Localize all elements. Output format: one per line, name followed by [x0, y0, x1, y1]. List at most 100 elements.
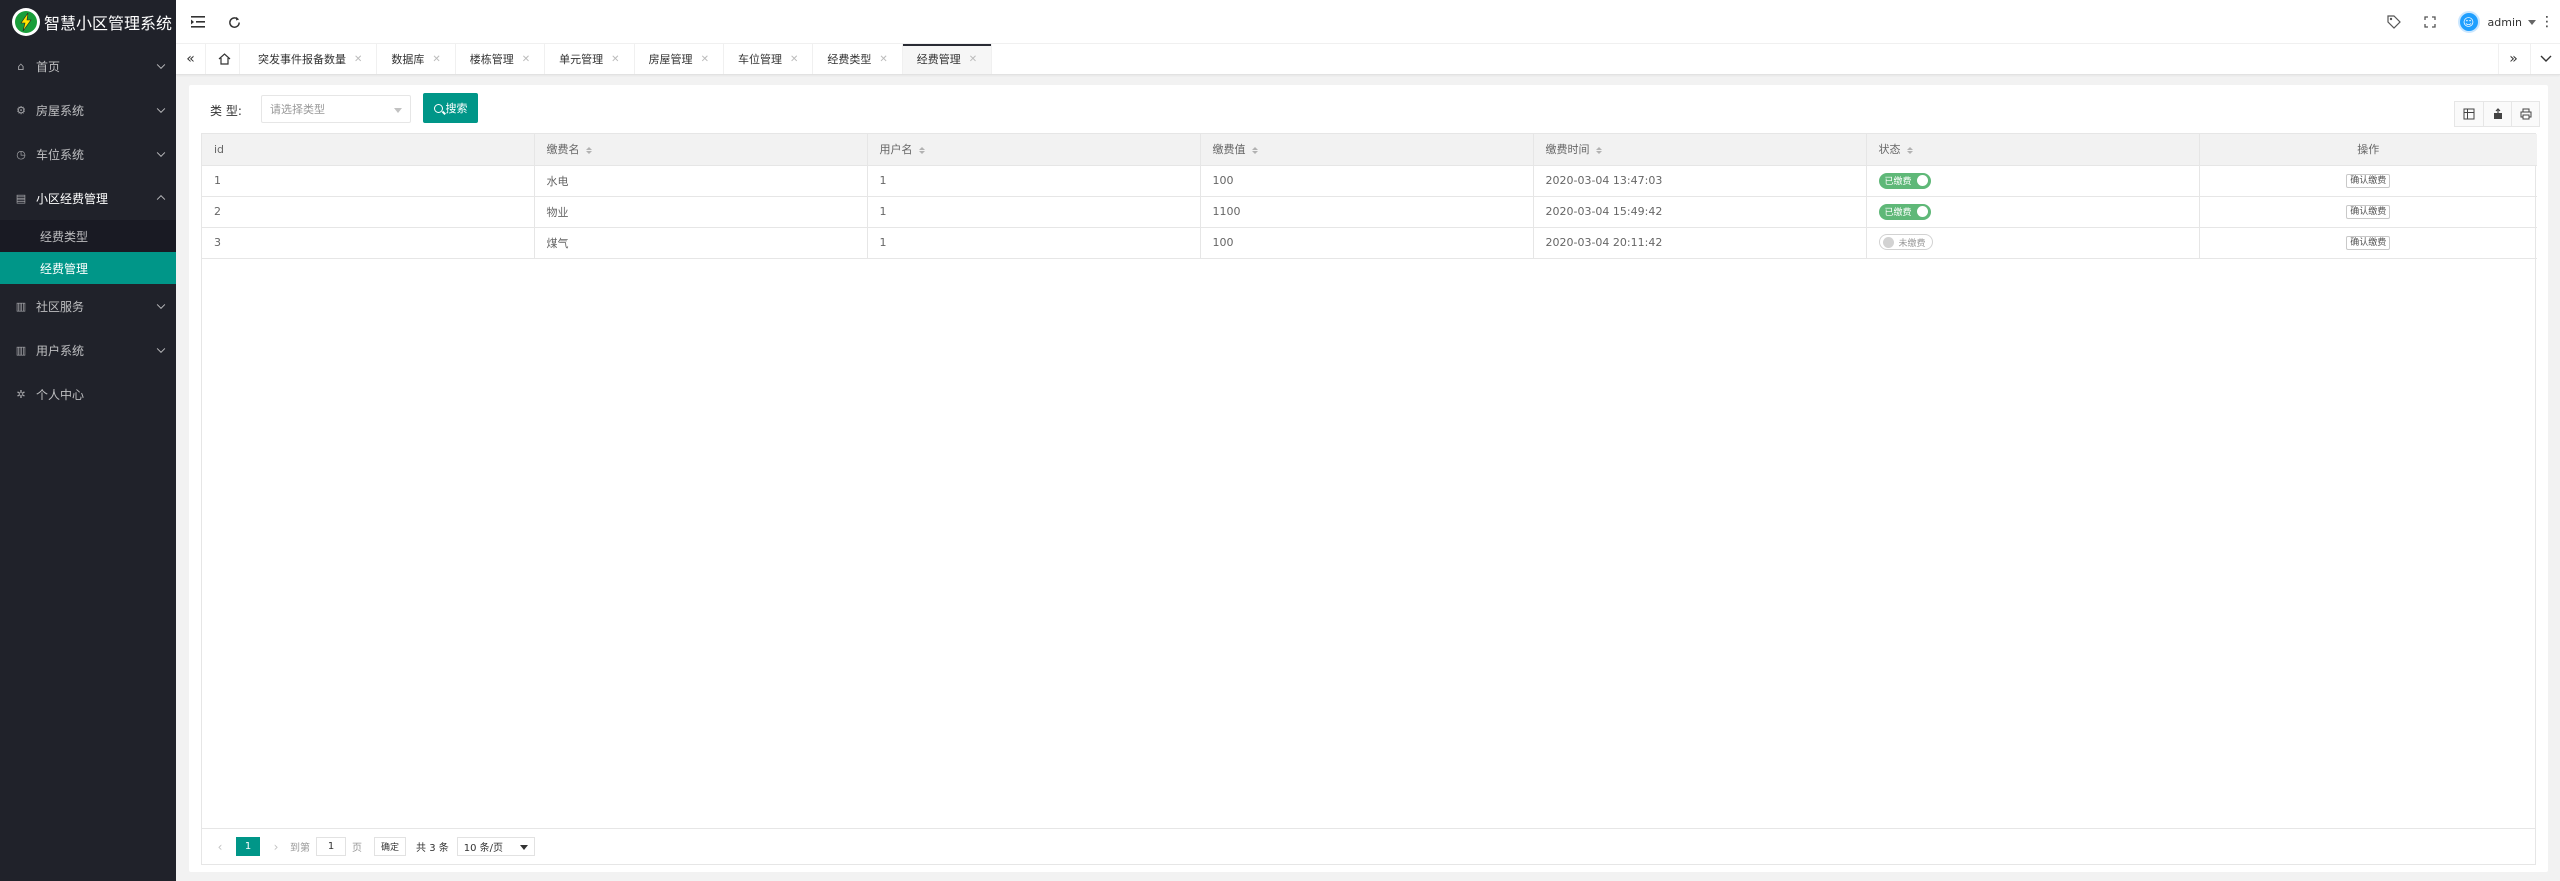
- tabs-scroll-right-icon[interactable]: »: [2498, 44, 2528, 74]
- page-number-current[interactable]: 1: [236, 837, 260, 856]
- chevron-down-icon: [156, 344, 166, 354]
- sidebar-subitem-fund-types[interactable]: 经费类型: [0, 220, 176, 252]
- cell-amount: 100: [1200, 165, 1534, 197]
- cell-user: 1: [867, 196, 1201, 228]
- sidebar-item-label: 社区服务: [36, 299, 85, 314]
- toggle-knob: [1916, 175, 1928, 186]
- next-page-icon[interactable]: ›: [268, 840, 284, 854]
- tab-fund-management[interactable]: 经费管理 ✕: [902, 44, 993, 74]
- sidebar-item-community-service[interactable]: ▥ 社区服务: [0, 284, 176, 328]
- caret-down-icon: [394, 108, 402, 113]
- type-select-placeholder: 请选择类型: [270, 103, 325, 116]
- page-size-select[interactable]: 10 条/页: [456, 837, 535, 856]
- tab-fund-types[interactable]: 经费类型 ✕: [813, 44, 903, 74]
- caret-down-icon: [2528, 19, 2536, 25]
- close-icon[interactable]: ✕: [432, 54, 440, 65]
- status-toggle[interactable]: 已缴费: [1878, 203, 1931, 220]
- sidebar-item-parking-system[interactable]: ◷ 车位系统: [0, 132, 176, 176]
- goto-confirm-button[interactable]: 确定: [374, 837, 407, 856]
- cell-amount: 100: [1200, 227, 1534, 259]
- tab-emergency[interactable]: 突发事件报备数量 ✕: [244, 44, 378, 74]
- sidebar-item-funds[interactable]: ▤ 小区经费管理: [0, 176, 176, 220]
- tag-icon[interactable]: [2376, 0, 2412, 44]
- tab-label: 数据库: [391, 53, 425, 66]
- sort-icon[interactable]: [1251, 146, 1258, 154]
- print-icon[interactable]: [2511, 102, 2539, 126]
- sort-icon[interactable]: [585, 146, 592, 154]
- menu-toggle-icon[interactable]: [180, 0, 216, 44]
- total-count: 共 3 条: [416, 843, 449, 854]
- cell-name: 水电: [534, 165, 868, 197]
- close-icon[interactable]: ✕: [701, 54, 709, 65]
- confirm-payment-button[interactable]: 确认缴费: [2346, 236, 2391, 250]
- refresh-icon[interactable]: [216, 0, 252, 44]
- tab-units[interactable]: 单元管理 ✕: [545, 44, 635, 74]
- type-filter-label: 类 型:: [210, 104, 242, 118]
- type-select[interactable]: 请选择类型: [261, 95, 411, 123]
- tab-label: 单元管理: [559, 53, 604, 66]
- close-icon[interactable]: ✕: [790, 54, 798, 65]
- sort-icon[interactable]: [1595, 146, 1602, 154]
- sidebar-item-user-system[interactable]: ▥ 用户系统: [0, 328, 176, 372]
- user-menu[interactable]: ☺ admin: [2457, 0, 2536, 44]
- column-header-status[interactable]: 状态: [1866, 134, 2200, 166]
- sidebar-item-home[interactable]: ⌂ 首页: [0, 44, 176, 88]
- cell-action: 确认缴费: [2199, 165, 2537, 197]
- column-header-name[interactable]: 缴费名: [534, 134, 868, 166]
- cell-status: 已缴费: [1866, 196, 2200, 228]
- search-button-label: 搜索: [445, 102, 468, 115]
- top-header: ☺ admin ⋮: [176, 0, 2560, 44]
- app-logo[interactable]: 智慧小区管理系统: [0, 0, 176, 44]
- goto-page-input[interactable]: 1: [316, 837, 346, 856]
- fullscreen-icon[interactable]: [2412, 0, 2448, 44]
- clock-icon: ◷: [16, 147, 26, 161]
- close-icon[interactable]: ✕: [879, 54, 887, 65]
- username: admin: [2487, 15, 2522, 29]
- close-icon[interactable]: ✕: [354, 54, 362, 65]
- tabs-scroll-left-icon[interactable]: «: [176, 44, 206, 74]
- chevron-down-icon: [156, 60, 166, 70]
- tab-database[interactable]: 数据库 ✕: [377, 44, 456, 74]
- data-table: id 缴费名 用户名 缴费值 缴费时间 状态 操作 1 水电 1 100 202…: [201, 133, 2537, 829]
- sidebar-item-personal-center[interactable]: ✲ 个人中心: [0, 372, 176, 416]
- tab-buildings[interactable]: 楼栋管理 ✕: [456, 44, 546, 74]
- tab-label: 车位管理: [737, 53, 782, 66]
- status-toggle[interactable]: 未缴费: [1878, 234, 1933, 251]
- tab-list: 突发事件报备数量 ✕ 数据库 ✕ 楼栋管理 ✕ 单元管理 ✕ 房屋管理 ✕ 车位管理 ✕ 经…: [244, 44, 993, 74]
- home-tab-icon[interactable]: [210, 44, 240, 74]
- search-icon: [433, 103, 443, 113]
- confirm-payment-button[interactable]: 确认缴费: [2346, 174, 2391, 188]
- chevron-down-icon: [156, 148, 166, 158]
- column-header-id[interactable]: id: [202, 134, 535, 166]
- tab-label: 经费类型: [827, 53, 872, 66]
- sidebar-item-label: 车位系统: [36, 147, 85, 162]
- sidebar-item-label: 房屋系统: [36, 103, 85, 118]
- sidebar-item-house-system[interactable]: ⚙ 房屋系统: [0, 88, 176, 132]
- tab-houses[interactable]: 房屋管理 ✕: [635, 44, 724, 74]
- close-icon[interactable]: ✕: [611, 54, 619, 65]
- cell-id: 2: [202, 196, 535, 228]
- status-toggle[interactable]: 已缴费: [1878, 172, 1931, 189]
- sidebar-subnav: 经费类型 经费管理: [0, 220, 176, 284]
- close-icon[interactable]: ✕: [969, 54, 977, 65]
- close-icon[interactable]: ✕: [522, 54, 530, 65]
- goto-label: 到第: [290, 843, 310, 854]
- tab-label: 经费管理: [916, 53, 961, 66]
- tabs-dropdown-icon[interactable]: [2530, 44, 2560, 74]
- confirm-payment-button[interactable]: 确认缴费: [2346, 205, 2391, 219]
- columns-filter-icon[interactable]: [2455, 102, 2483, 126]
- prev-page-icon[interactable]: ‹: [212, 840, 228, 854]
- sort-icon[interactable]: [1906, 146, 1913, 154]
- sidebar-subitem-fund-management[interactable]: 经费管理: [0, 252, 176, 284]
- column-header-amount[interactable]: 缴费值: [1200, 134, 1534, 166]
- export-icon[interactable]: [2483, 102, 2511, 126]
- tab-parking[interactable]: 车位管理 ✕: [724, 44, 814, 74]
- sort-icon[interactable]: [918, 146, 925, 154]
- content-card: 类 型: 请选择类型 搜索 id 缴费名 用户名 缴费值 缴费时间 状态 操作 …: [189, 85, 2548, 872]
- cell-status: 已缴费: [1866, 165, 2200, 197]
- column-header-user[interactable]: 用户名: [867, 134, 1201, 166]
- column-header-time[interactable]: 缴费时间: [1533, 134, 1867, 166]
- search-button[interactable]: 搜索: [423, 93, 478, 123]
- app-title: 智慧小区管理系统: [44, 14, 173, 33]
- more-vertical-icon[interactable]: ⋮: [2540, 0, 2554, 44]
